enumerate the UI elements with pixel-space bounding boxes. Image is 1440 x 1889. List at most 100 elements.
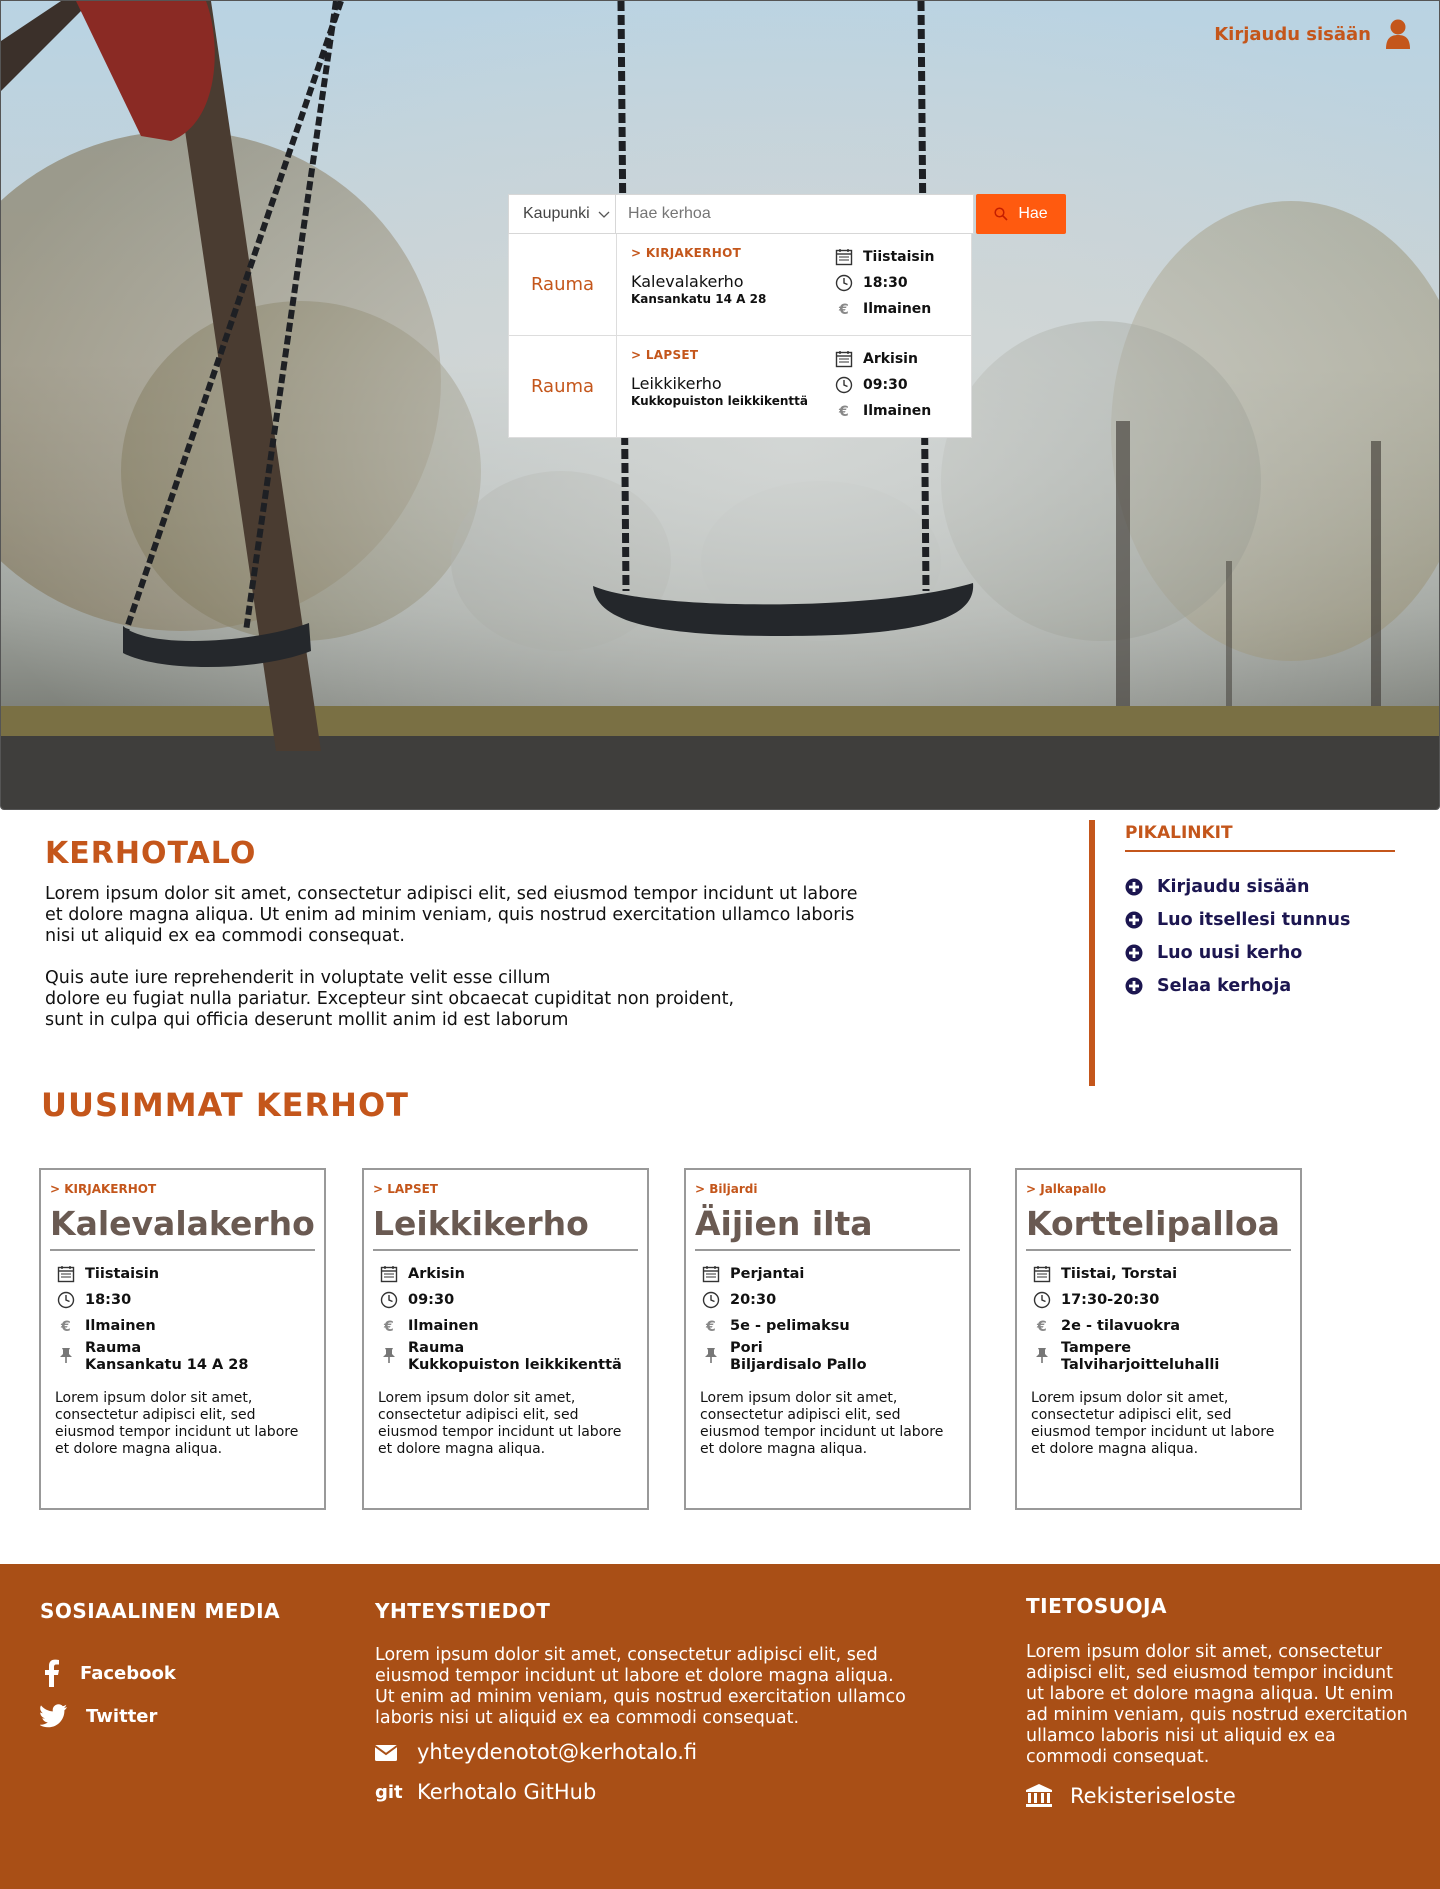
envelope-icon <box>375 1745 398 1761</box>
email-label: yhteydenotot@kerhotalo.fi <box>417 1740 698 1764</box>
club-description: Lorem ipsum dolor sit amet, consectetur … <box>55 1390 299 1457</box>
search-result-item[interactable]: Rauma > LAPSET Leikkikerho Kukkopuiston … <box>508 336 972 438</box>
clock-icon <box>835 376 853 394</box>
euro-icon: € <box>838 302 849 318</box>
hero-banner: Kirjaudu sisään Kaupunki Hae Rauma > KI <box>0 0 1440 810</box>
twitter-link[interactable]: Twitter <box>40 1704 157 1728</box>
search-results-dropdown: Rauma > KIRJAKERHOT Kalevalakerho Kansan… <box>508 234 972 438</box>
result-time: 18:30 <box>863 275 908 291</box>
result-address: Kukkopuiston leikkikenttä <box>631 394 808 408</box>
search-icon <box>994 207 1008 221</box>
about-paragraph: Lorem ipsum dolor sit amet, consectetur … <box>45 884 858 946</box>
clock-icon <box>702 1291 720 1309</box>
club-price: Ilmainen <box>85 1318 156 1334</box>
result-time: 09:30 <box>863 377 908 393</box>
clock-icon <box>380 1291 398 1309</box>
svg-text:€: € <box>383 1319 394 1335</box>
pushpin-icon <box>60 1348 72 1363</box>
club-time: 09:30 <box>408 1292 455 1308</box>
social-title: SOSIAALINEN MEDIA <box>40 1599 281 1623</box>
club-card[interactable]: > LAPSET Leikkikerho Arkisin 09:30 € Ilma… <box>362 1168 649 1510</box>
club-title: Äijien ilta <box>695 1204 960 1251</box>
club-city: Rauma <box>85 1340 142 1356</box>
club-place: Biljardisalo Pallo <box>730 1357 867 1373</box>
facebook-link[interactable]: Facebook <box>40 1659 176 1687</box>
chevron-down-icon <box>598 211 610 218</box>
search-button-label: Hae <box>1018 205 1048 222</box>
club-day: Perjantai <box>730 1266 805 1282</box>
euro-icon: € <box>383 1319 394 1335</box>
result-day: Tiistaisin <box>863 249 935 265</box>
calendar-icon <box>380 1266 398 1283</box>
quicklink-label: Kirjaudu sisään <box>1157 876 1310 897</box>
club-card[interactable]: > Biljardi Äijien ilta Perjantai 20:30 €… <box>684 1168 971 1510</box>
privacy-text: Lorem ipsum dolor sit amet, consectetur … <box>1026 1642 1408 1767</box>
club-title: Kalevalakerho <box>50 1204 315 1251</box>
contact-title: YHTEYSTIEDOT <box>375 1599 551 1623</box>
search-button[interactable]: Hae <box>976 194 1066 234</box>
quicklinks-title: PIKALINKIT <box>1125 823 1233 843</box>
git-icon: git <box>375 1781 403 1803</box>
result-name: Kalevalakerho <box>631 272 744 291</box>
club-place: Talviharjoitteluhalli <box>1061 1357 1220 1373</box>
quicklink-label: Selaa kerhoja <box>1157 975 1292 996</box>
city-select[interactable]: Kaupunki <box>508 194 616 234</box>
search-input[interactable] <box>616 194 974 234</box>
club-time: 17:30-20:30 <box>1061 1292 1160 1308</box>
quicklink-create-account[interactable]: Luo itsellesi tunnus <box>1125 903 1350 936</box>
plus-circle-icon <box>1125 944 1143 961</box>
club-title: Leikkikerho <box>373 1204 638 1251</box>
quicklink-login[interactable]: Kirjaudu sisään <box>1125 870 1350 903</box>
about-text: Lorem ipsum dolor sit amet, consectetur … <box>45 884 885 1052</box>
result-category: > KIRJAKERHOT <box>631 246 742 260</box>
github-link[interactable]: git Kerhotalo GitHub <box>375 1780 596 1804</box>
club-card[interactable]: > Jalkapallo Korttelipalloa Tiistai, Tor… <box>1015 1168 1302 1510</box>
svg-text:€: € <box>838 302 849 318</box>
search-bar: Kaupunki Hae <box>508 194 1066 234</box>
twitter-icon <box>40 1704 67 1728</box>
club-price: Ilmainen <box>408 1318 479 1334</box>
club-category: > LAPSET <box>373 1182 438 1196</box>
club-place: Kukkopuiston leikkikenttä <box>408 1357 622 1373</box>
quicklink-label: Luo uusi kerho <box>1157 942 1303 963</box>
svg-text:€: € <box>60 1319 71 1335</box>
quicklink-create-club[interactable]: Luo uusi kerho <box>1125 936 1350 969</box>
facebook-icon <box>45 1659 59 1687</box>
register-link[interactable]: Rekisteriseloste <box>1026 1784 1236 1808</box>
club-category: > KIRJAKERHOT <box>50 1182 157 1196</box>
calendar-icon <box>1033 1266 1051 1283</box>
club-day: Tiistaisin <box>85 1266 160 1282</box>
club-city: Tampere <box>1061 1340 1132 1356</box>
club-category: > Jalkapallo <box>1026 1182 1107 1196</box>
svg-text:€: € <box>705 1319 716 1335</box>
result-day: Arkisin <box>863 351 918 367</box>
clock-icon <box>835 274 853 292</box>
result-price: Ilmainen <box>863 403 932 419</box>
club-day: Arkisin <box>408 1266 465 1282</box>
search-result-item[interactable]: Rauma > KIRJAKERHOT Kalevalakerho Kansan… <box>508 234 972 336</box>
club-time: 20:30 <box>730 1292 777 1308</box>
plus-circle-icon <box>1125 977 1143 994</box>
pushpin-icon <box>705 1348 717 1363</box>
club-card[interactable]: > KIRJAKERHOT Kalevalakerho Tiistaisin 1… <box>39 1168 326 1510</box>
pushpin-icon <box>1036 1348 1048 1363</box>
club-city: Rauma <box>408 1340 465 1356</box>
pushpin-icon <box>383 1348 395 1363</box>
calendar-icon <box>57 1266 75 1283</box>
result-price: Ilmainen <box>863 301 932 317</box>
login-label: Kirjaudu sisään <box>1214 23 1371 45</box>
euro-icon: € <box>1036 1319 1047 1335</box>
quicklink-browse-clubs[interactable]: Selaa kerhoja <box>1125 969 1350 1002</box>
club-description: Lorem ipsum dolor sit amet, consectetur … <box>1031 1390 1275 1457</box>
email-link[interactable]: yhteydenotot@kerhotalo.fi <box>375 1740 697 1764</box>
result-address: Kansankatu 14 A 28 <box>631 292 767 306</box>
twitter-label: Twitter <box>86 1705 158 1727</box>
result-category: > LAPSET <box>631 348 699 362</box>
quicklinks-divider <box>1089 820 1095 1086</box>
club-title: Korttelipalloa <box>1026 1204 1291 1251</box>
club-city: Pori <box>730 1340 763 1356</box>
club-price: 2e - tilavuokra <box>1061 1318 1181 1334</box>
plus-circle-icon <box>1125 878 1143 895</box>
footer: SOSIAALINEN MEDIA Facebook Twitter YHTEY… <box>0 1564 1440 1889</box>
login-link[interactable]: Kirjaudu sisään <box>1214 19 1411 49</box>
